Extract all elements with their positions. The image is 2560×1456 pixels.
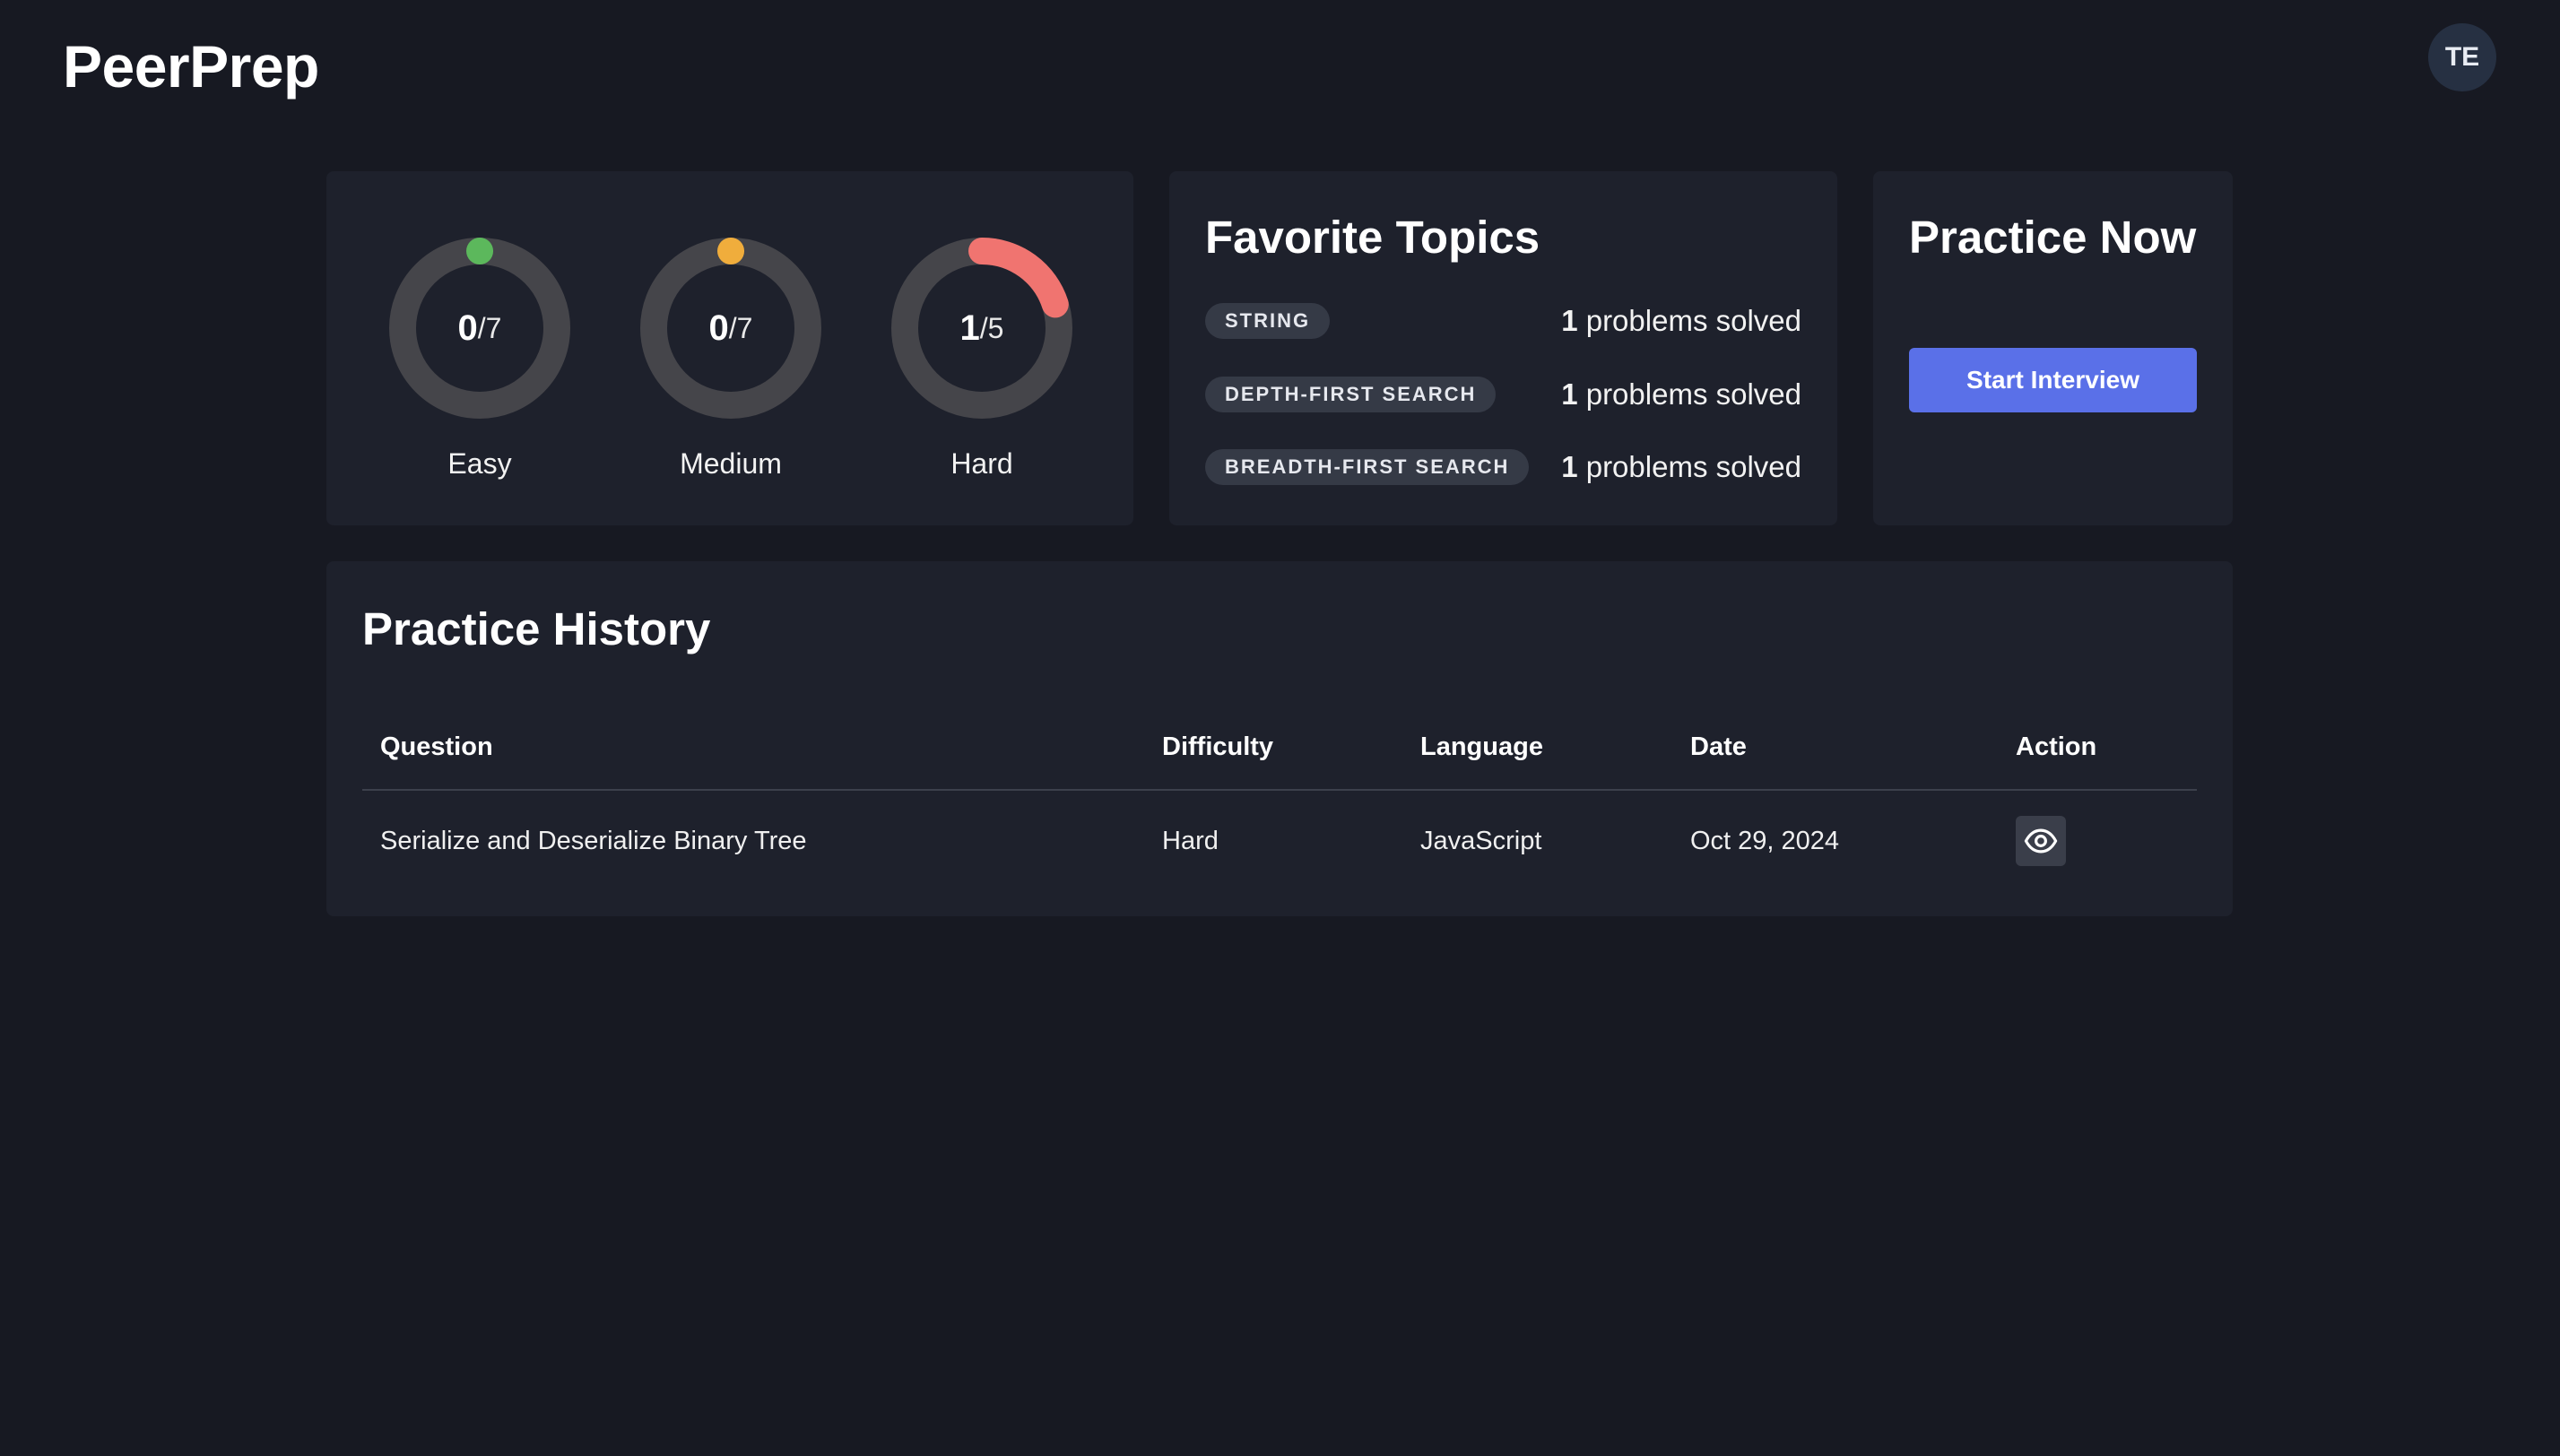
table-header-row: Question Difficulty Language Date Action (362, 705, 2197, 791)
topic-solved-count: 1 problems solved (1561, 304, 1801, 338)
topic-count-suffix: problems solved (1585, 304, 1801, 337)
practice-now-title: Practice Now (1909, 212, 2197, 263)
topic-badge[interactable]: DEPTH-FIRST SEARCH (1205, 377, 1497, 412)
topic-count-value: 1 (1561, 304, 1578, 337)
difficulty-cell: Hard (1162, 826, 1219, 855)
medium-label: Medium (680, 447, 782, 480)
topic-count-suffix: problems solved (1585, 377, 1801, 411)
hard-label: Hard (950, 447, 1013, 480)
topic-count-value: 1 (1561, 377, 1578, 411)
medium-total-count: /7 (728, 311, 753, 344)
question-cell: Serialize and Deserialize Binary Tree (380, 826, 807, 855)
topic-solved-count: 1 problems solved (1561, 450, 1801, 484)
column-header-language: Language (1420, 732, 1543, 761)
topic-badge[interactable]: STRING (1205, 303, 1331, 339)
practice-history-title: Practice History (362, 603, 711, 654)
donut-easy: 0/7 (387, 236, 572, 420)
user-avatar[interactable]: TE (2428, 23, 2496, 91)
topic-badge[interactable]: BREADTH-FIRST SEARCH (1205, 449, 1530, 485)
date-cell: Oct 29, 2024 (1690, 826, 1840, 855)
donut-medium: 0/7 (638, 236, 823, 420)
column-header-difficulty: Difficulty (1162, 732, 1274, 761)
topic-row: DEPTH-FIRST SEARCH 1 problems solved (1205, 375, 1801, 414)
favorite-topics-card: Favorite Topics STRING 1 problems solved… (1169, 171, 1837, 525)
hard-total-count: /5 (979, 311, 1004, 344)
practice-now-card: Practice Now Start Interview (1873, 171, 2233, 525)
easy-total-count: /7 (477, 311, 502, 344)
topic-row: BREADTH-FIRST SEARCH 1 problems solved (1205, 447, 1801, 487)
start-interview-button[interactable]: Start Interview (1909, 348, 2197, 412)
column-header-date: Date (1690, 732, 1747, 761)
favorite-topics-title: Favorite Topics (1205, 212, 1540, 263)
column-header-question: Question (380, 732, 493, 761)
action-cell (2016, 791, 2066, 891)
column-header-action: Action (2016, 732, 2097, 761)
language-cell: JavaScript (1420, 826, 1542, 855)
practice-history-card: Practice History Question Difficulty Lan… (326, 561, 2233, 916)
table-row: Serialize and Deserialize Binary Tree Ha… (362, 791, 2197, 891)
topic-row: STRING 1 problems solved (1205, 301, 1801, 341)
topic-count-suffix: problems solved (1585, 450, 1801, 483)
view-attempt-button[interactable] (2016, 816, 2066, 866)
progress-card: 0/7 Easy 0/7 Medium 1/5 Hard (326, 171, 1133, 525)
donut-hard: 1/5 (889, 236, 1074, 420)
history-table: Question Difficulty Language Date Action… (362, 705, 2197, 891)
easy-solved-count: 0 (457, 308, 478, 348)
eye-icon (2024, 828, 2058, 854)
easy-label: Easy (447, 447, 512, 480)
topic-solved-count: 1 problems solved (1561, 377, 1801, 412)
app-logo[interactable]: PeerPrep (63, 32, 319, 100)
topic-count-value: 1 (1561, 450, 1578, 483)
hard-solved-count: 1 (959, 308, 980, 348)
medium-solved-count: 0 (708, 308, 729, 348)
